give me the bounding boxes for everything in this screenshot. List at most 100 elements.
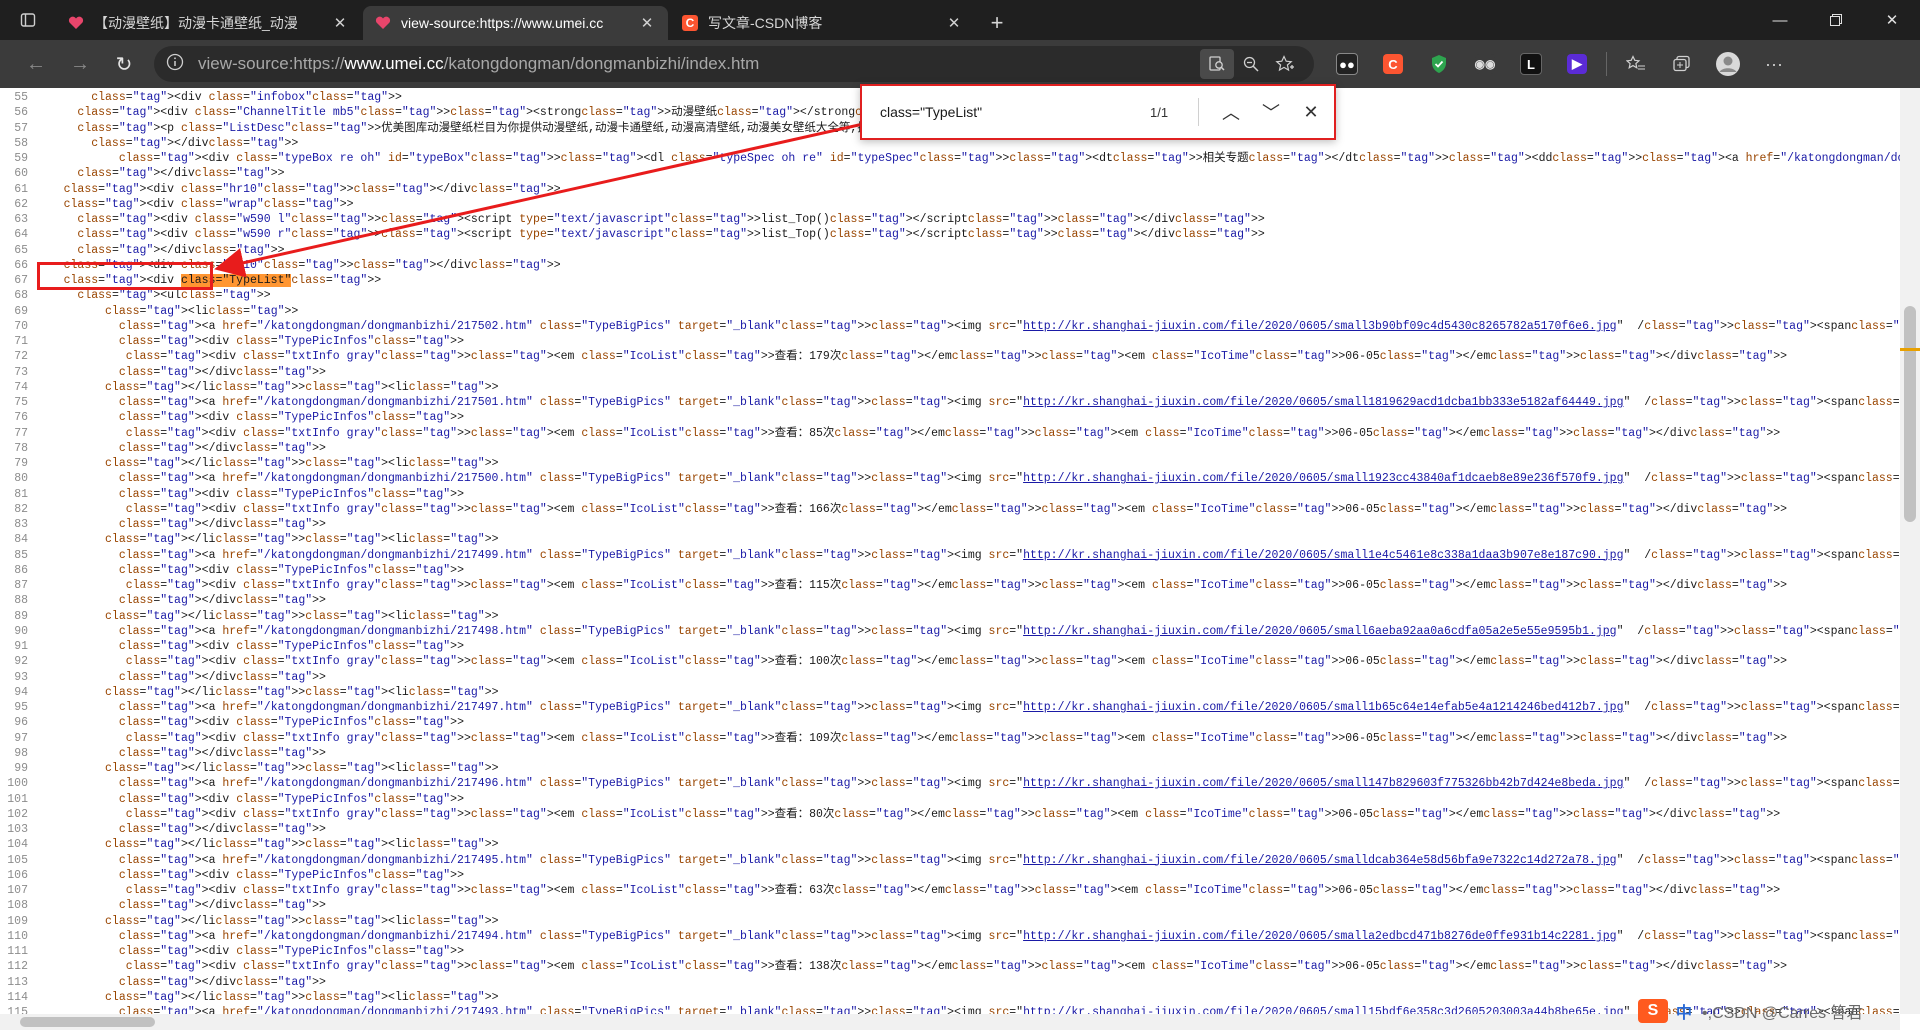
- find-input[interactable]: class="TypeList": [880, 104, 1150, 120]
- find-close-button[interactable]: ✕: [1291, 94, 1331, 130]
- line-number: 99: [14, 762, 28, 775]
- line-number: 66: [14, 258, 28, 272]
- line-number: 74: [14, 380, 28, 394]
- line-number: 110: [7, 929, 28, 943]
- extension-tampermonkey[interactable]: ●●: [1324, 44, 1370, 84]
- extension-csdn[interactable]: C: [1370, 44, 1416, 84]
- source-line: 78 class="tag"></divclass="tag">>: [0, 441, 1900, 456]
- source-line: 83 class="tag"></divclass="tag">>: [0, 517, 1900, 532]
- line-code: class="tag"><div class="TypePicInfos"cla…: [118, 716, 464, 730]
- source-line: 73 class="tag"></divclass="tag">>: [0, 365, 1900, 380]
- source-line: 70 class="tag"><a href="/katongdongman/d…: [0, 319, 1900, 334]
- close-icon[interactable]: ✕: [331, 14, 349, 32]
- csdn-icon: C: [682, 15, 698, 31]
- line-code: class="tag"></liclass="tag">>class="tag"…: [105, 685, 499, 699]
- find-in-page-icon[interactable]: [1200, 49, 1234, 79]
- line-number: 84: [14, 533, 28, 547]
- line-code: class="tag"><div class="txtInfo gray"cla…: [125, 350, 1788, 364]
- vertical-scrollbar[interactable]: [1900, 88, 1920, 1014]
- line-code: class="tag"></divclass="tag">>: [77, 167, 285, 181]
- line-code: class="tag"></liclass="tag">>class="tag"…: [105, 914, 499, 928]
- line-code: class="tag"><div class="hr10"class="tag"…: [63, 182, 561, 196]
- favorites-button[interactable]: [1613, 44, 1659, 84]
- line-number: 76: [14, 411, 28, 425]
- source-view[interactable]: 55 class="tag"><div class="infobox"class…: [0, 88, 1900, 1014]
- line-number: 94: [14, 685, 28, 699]
- collections-button[interactable]: [1659, 44, 1705, 84]
- line-code: class="tag"></liclass="tag">>class="tag"…: [105, 762, 499, 775]
- tab-csdn[interactable]: C 写文章-CSDN博客 ✕: [670, 6, 975, 40]
- source-line: 112 class="tag"><div class="txtInfo gray…: [0, 959, 1900, 974]
- extension-owl[interactable]: ◉◉: [1462, 44, 1508, 84]
- line-number: 102: [7, 807, 28, 821]
- source-line: 88 class="tag"></divclass="tag">>: [0, 593, 1900, 608]
- source-line: 107 class="tag"><div class="txtInfo gray…: [0, 883, 1900, 898]
- chevron-down-icon: ﹀: [1262, 103, 1280, 123]
- settings-menu-button[interactable]: ···: [1751, 44, 1797, 84]
- close-icon[interactable]: ✕: [638, 14, 656, 32]
- scrollbar-thumb[interactable]: [20, 1017, 155, 1027]
- source-line: 110 class="tag"><a href="/katongdongman/…: [0, 929, 1900, 944]
- line-code: class="tag"><div class="TypePicInfos"cla…: [118, 563, 464, 577]
- close-window-button[interactable]: ✕: [1864, 0, 1920, 40]
- line-code: class="tag"><div class="TypePicInfos"cla…: [118, 640, 464, 653]
- line-code: class="tag"><div class="TypePicInfos"cla…: [118, 335, 464, 348]
- source-line: 64 class="tag"><div class="w590 r"class=…: [0, 227, 1900, 242]
- line-code: class="tag"><div class="TypePicInfos"cla…: [118, 411, 464, 425]
- extension-shield[interactable]: [1416, 44, 1462, 84]
- back-button[interactable]: ←: [14, 44, 58, 84]
- find-next-button[interactable]: ﹀: [1251, 94, 1291, 130]
- maximize-button[interactable]: [1808, 0, 1864, 40]
- minimize-button[interactable]: —: [1752, 0, 1808, 40]
- line-code: class="tag"><a href="/katongdongman/dong…: [118, 319, 1900, 333]
- profile-button[interactable]: [1705, 44, 1751, 84]
- source-line: 74 class="tag"></liclass="tag">>class="t…: [0, 380, 1900, 395]
- reload-button[interactable]: ↻: [102, 44, 146, 84]
- sogou-logo-icon: S: [1638, 999, 1668, 1023]
- restore-icon: [1830, 14, 1842, 26]
- line-code: class="tag"></liclass="tag">>class="tag"…: [105, 838, 499, 852]
- line-number: 104: [7, 838, 28, 852]
- window-controls: — ✕: [1752, 0, 1920, 40]
- line-code: class="tag"><a href="/katongdongman/dong…: [118, 777, 1900, 791]
- new-tab-button[interactable]: +: [977, 6, 1017, 40]
- line-code: class="tag"><p class="ListDesc"class="ta…: [77, 121, 934, 135]
- info-icon[interactable]: [166, 53, 184, 76]
- avatar-icon: [1716, 52, 1740, 76]
- line-code: class="tag"><div class="w590 r"class="ta…: [77, 228, 1265, 242]
- address-bar[interactable]: view-source:https://www.umei.cc/katongdo…: [154, 46, 1314, 82]
- tab-actions-button[interactable]: [0, 0, 56, 40]
- line-code: class="tag"><div class="txtInfo gray"cla…: [125, 426, 1781, 440]
- zoom-icon[interactable]: [1234, 49, 1268, 79]
- extension-play[interactable]: ▶: [1554, 44, 1600, 84]
- line-number: 96: [14, 716, 28, 730]
- line-number: 114: [7, 990, 28, 1004]
- source-line: 61 class="tag"><div class="hr10"class="t…: [0, 182, 1900, 197]
- extension-l[interactable]: L: [1508, 44, 1554, 84]
- line-number: 57: [14, 121, 28, 135]
- find-match-marker: [1900, 348, 1920, 351]
- close-icon[interactable]: ✕: [945, 14, 963, 32]
- line-number: 95: [14, 701, 28, 714]
- source-line: 109 class="tag"></liclass="tag">>class="…: [0, 914, 1900, 929]
- tab-anime-wallpaper[interactable]: 【动漫壁纸】动漫卡通壁纸_动漫 ✕: [56, 6, 361, 40]
- line-number: 80: [14, 472, 28, 486]
- tab-view-source[interactable]: view-source:https://www.umei.cc ✕: [363, 6, 668, 40]
- line-code: class="tag"><a href="/katongdongman/dong…: [118, 624, 1900, 638]
- source-line: 106 class="tag"><div class="TypePicInfos…: [0, 868, 1900, 883]
- line-number: 115: [7, 1006, 28, 1014]
- forward-button[interactable]: →: [58, 44, 102, 84]
- watermark: S 中 •,CSDN @Carres 答君: [1638, 996, 1863, 1026]
- source-line: 114 class="tag"></liclass="tag">>class="…: [0, 990, 1900, 1005]
- source-line: 102 class="tag"><div class="txtInfo gray…: [0, 807, 1900, 822]
- line-number: 109: [7, 914, 28, 928]
- favorite-star-icon[interactable]: [1268, 49, 1302, 79]
- source-line: 90 class="tag"><a href="/katongdongman/d…: [0, 624, 1900, 639]
- horizontal-scrollbar[interactable]: [0, 1014, 1900, 1030]
- plus-icon: +: [990, 10, 1004, 35]
- find-previous-button[interactable]: ︿: [1211, 94, 1251, 130]
- line-code: class="tag"></divclass="tag">>: [118, 365, 326, 379]
- line-number: 68: [14, 289, 28, 303]
- scrollbar-thumb[interactable]: [1904, 306, 1916, 522]
- source-line: 84 class="tag"></liclass="tag">>class="t…: [0, 532, 1900, 547]
